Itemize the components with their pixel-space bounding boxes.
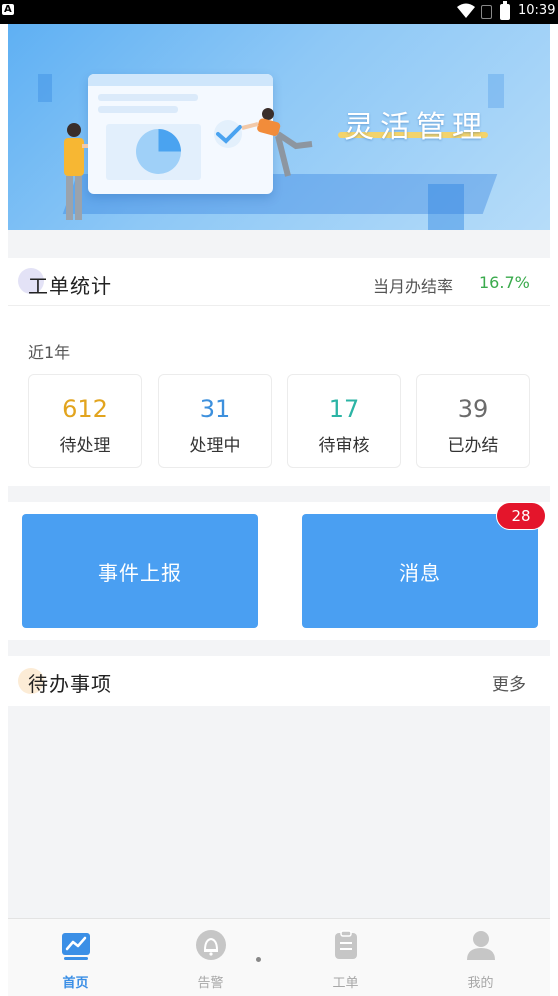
gesture-dot (256, 957, 261, 962)
chart-icon (62, 933, 90, 960)
stat-label: 待处理 (59, 436, 111, 456)
tab-work-orders[interactable]: 工单 (278, 919, 413, 996)
stat-label: 处理中 (189, 436, 241, 456)
tab-label: 首页 (62, 976, 89, 991)
todo-header: 待办事项 更多 (8, 656, 550, 704)
messages-button[interactable]: 消息 (302, 514, 538, 628)
event-report-button[interactable]: 事件上报 (22, 514, 258, 628)
no-sim-icon (481, 5, 492, 19)
completion-rate-label: 当月办结率 (373, 277, 454, 296)
status-bar: A 10:39 (0, 0, 558, 24)
battery-icon (500, 1, 510, 20)
todo-section: 待办事项 更多 (8, 656, 550, 706)
pie-chart-icon (136, 129, 181, 174)
stats-title: 工单统计 (28, 274, 112, 298)
stat-under-review[interactable]: 17 待审核 (287, 374, 401, 468)
stat-value: 612 (62, 395, 108, 423)
tab-profile[interactable]: 我的 (413, 919, 548, 996)
completion-rate-value: 16.7% (479, 273, 530, 292)
banner[interactable]: 灵活管理 (8, 24, 550, 230)
stat-label: 待审核 (318, 436, 370, 456)
tab-label: 工单 (332, 976, 359, 991)
todo-more-link[interactable]: 更多 (492, 670, 526, 695)
bell-icon (196, 930, 226, 960)
stat-completed[interactable]: 39 已办结 (416, 374, 530, 468)
banner-slogan: 灵活管理 (344, 110, 488, 145)
stat-value: 39 (457, 395, 489, 423)
work-order-stats-card: 工单统计 当月办结率 16.7% 近1年 612 待处理 31 处理中 17 待… (8, 258, 550, 486)
decor-cube (488, 74, 504, 108)
tab-label: 告警 (197, 976, 224, 991)
quick-actions: 事件上报 消息 28 (8, 502, 550, 640)
message-count-badge: 28 (496, 502, 546, 530)
stat-value: 17 (328, 395, 360, 423)
stat-value: 31 (199, 395, 231, 423)
todo-title: 待办事项 (28, 672, 112, 696)
user-icon (467, 931, 495, 960)
stat-processing[interactable]: 31 处理中 (158, 374, 272, 468)
clipboard-icon (335, 930, 357, 959)
bottom-tab-bar: 首页 告警 工单 我的 (8, 918, 550, 996)
app-screen: 灵活管理 工单统计 当月办结率 16.7% 近1年 612 待处理 31 处理中… (8, 24, 550, 996)
status-indicator: A (2, 4, 14, 15)
tab-home[interactable]: 首页 (8, 919, 143, 996)
status-time: 10:39 (518, 3, 556, 18)
period-label: 近1年 (28, 343, 71, 362)
stat-pending[interactable]: 612 待处理 (28, 374, 142, 468)
decor-cube (38, 74, 52, 102)
person-illustration (64, 123, 88, 220)
tab-label: 我的 (467, 976, 494, 991)
person-illustration (241, 108, 313, 177)
wifi-icon (457, 3, 475, 18)
stats-header: 工单统计 当月办结率 16.7% (8, 258, 550, 306)
stat-label: 已办结 (447, 436, 499, 456)
